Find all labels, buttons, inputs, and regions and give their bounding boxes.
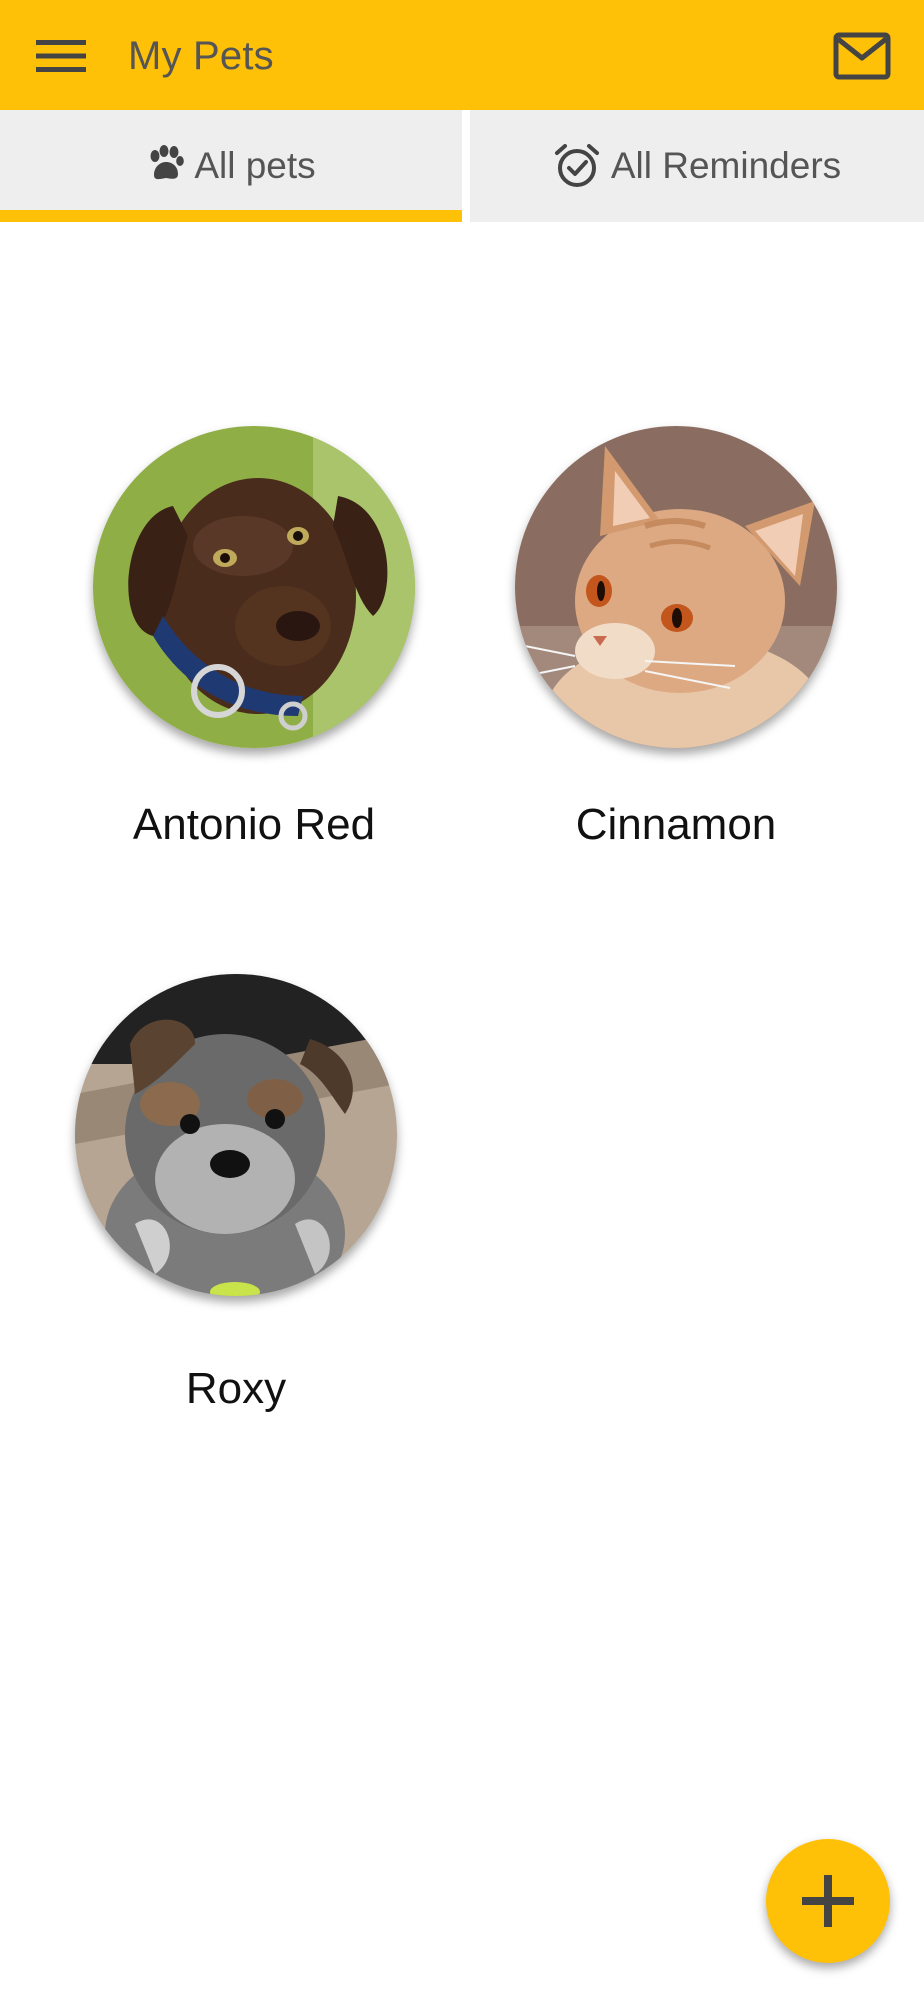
menu-button[interactable]: [26, 31, 96, 81]
pet-avatar[interactable]: [515, 426, 837, 748]
tab-indicator: [0, 210, 462, 222]
tab-all-reminders-label: All Reminders: [610, 145, 842, 186]
alarm-check-icon: [553, 142, 601, 190]
pet-photo: [93, 426, 415, 748]
pet-card-antonio-red[interactable]: Antonio Red: [44, 426, 464, 850]
menu-icon: [36, 40, 86, 72]
tab-all-pets-label: All pets: [194, 145, 316, 186]
tab-bar: All pets All Reminders: [0, 110, 924, 222]
pet-name: Antonio Red: [132, 800, 376, 849]
mail-button[interactable]: [830, 24, 894, 88]
tab-all-pets[interactable]: All pets: [0, 110, 462, 222]
pet-avatar[interactable]: [93, 426, 415, 748]
pet-photo: [75, 974, 397, 1296]
pet-card-roxy[interactable]: Roxy: [26, 974, 446, 1414]
page-title: My Pets: [128, 34, 274, 78]
add-pet-button[interactable]: [766, 1839, 890, 1963]
app-bar: My Pets: [0, 0, 924, 110]
pet-name: Cinnamon: [575, 800, 777, 849]
pet-card-cinnamon[interactable]: Cinnamon: [466, 426, 886, 850]
paw-icon: [146, 145, 185, 183]
pet-photo: [515, 426, 837, 748]
pet-name: Roxy: [185, 1364, 287, 1413]
pet-avatar[interactable]: [75, 974, 397, 1296]
tab-all-reminders[interactable]: All Reminders: [470, 110, 924, 222]
plus-icon: [802, 1875, 854, 1927]
mail-icon: [833, 32, 891, 80]
